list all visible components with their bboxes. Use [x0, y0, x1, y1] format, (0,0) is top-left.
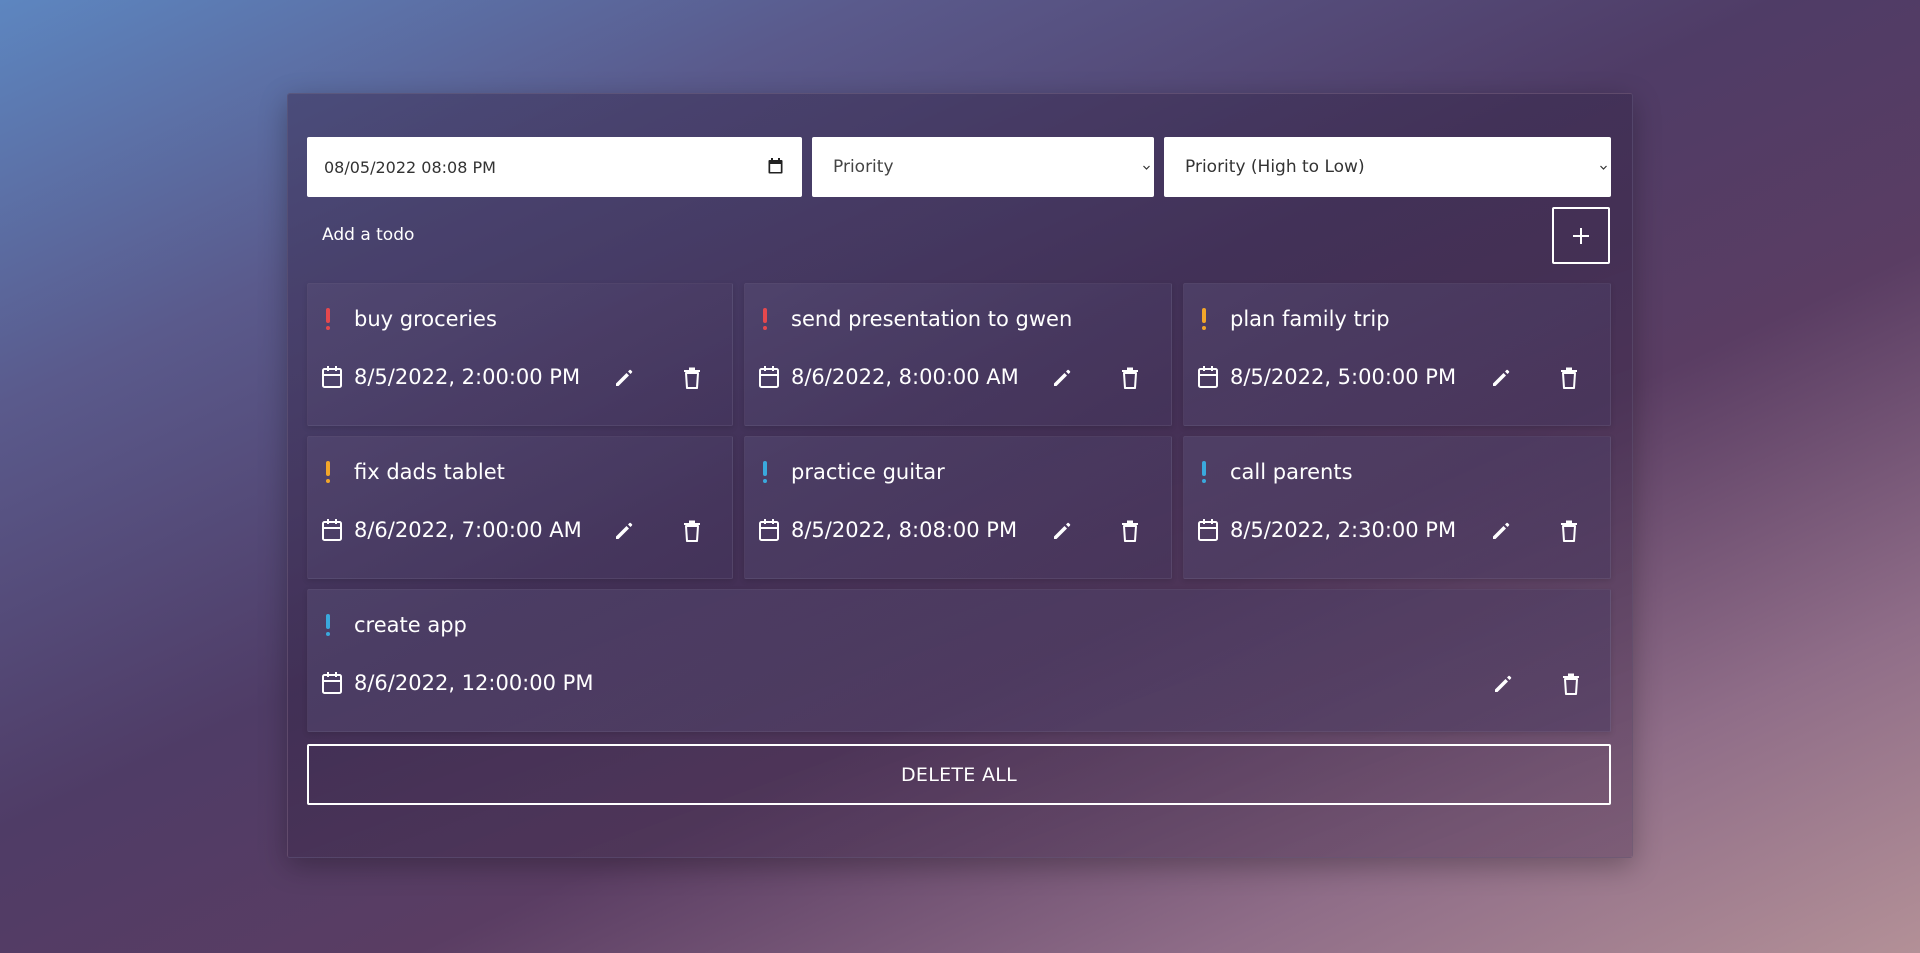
todo-title: plan family trip [1230, 307, 1390, 331]
edit-pencil-icon[interactable] [613, 367, 635, 389]
calendar-icon [1198, 519, 1218, 541]
todo-title: create app [354, 613, 467, 637]
calendar-icon [322, 672, 342, 694]
todo-date: 8/5/2022, 2:00:00 PM [354, 365, 581, 389]
delete-all-button[interactable]: DELETE ALL [307, 744, 1611, 805]
priority-select-value: Priority [833, 157, 894, 177]
edit-pencil-icon[interactable] [613, 520, 635, 542]
todo-title: buy groceries [354, 307, 497, 331]
todo-date: 8/5/2022, 2:30:00 PM [1230, 518, 1457, 542]
todo-date: 8/6/2022, 7:00:00 AM [354, 518, 582, 542]
todo-item: send presentation to gwen 8/6/2022, 8:00:… [744, 283, 1172, 426]
todo-title: practice guitar [791, 460, 945, 484]
priority-high-icon [763, 308, 767, 330]
priority-medium-icon [326, 461, 330, 483]
todo-item: practice guitar 8/5/2022, 8:08:00 PM [744, 436, 1172, 579]
todo-title: send presentation to gwen [791, 307, 1073, 331]
add-todo-label: Add a todo [322, 225, 415, 245]
priority-low-icon [763, 461, 767, 483]
sort-select-value: Priority (High to Low) [1185, 157, 1365, 177]
edit-pencil-icon[interactable] [1051, 367, 1073, 389]
datetime-value: 08/05/2022 08:08 PM [324, 157, 496, 177]
priority-select[interactable]: Priority [812, 137, 1154, 197]
priority-high-icon [326, 308, 330, 330]
priority-low-icon [326, 614, 330, 636]
todo-date: 8/6/2022, 12:00:00 PM [354, 671, 594, 695]
todo-title: call parents [1230, 460, 1353, 484]
calendar-picker-icon[interactable] [768, 158, 783, 174]
todo-item: call parents 8/5/2022, 2:30:00 PM [1183, 436, 1611, 579]
todo-date: 8/6/2022, 8:00:00 AM [791, 365, 1019, 389]
todo-date: 8/5/2022, 5:00:00 PM [1230, 365, 1457, 389]
calendar-icon [1198, 366, 1218, 388]
calendar-icon [322, 366, 342, 388]
todo-item: buy groceries 8/5/2022, 2:00:00 PM [307, 283, 733, 426]
todo-item: fix dads tablet 8/6/2022, 7:00:00 AM [307, 436, 733, 579]
todo-date: 8/5/2022, 8:08:00 PM [791, 518, 1018, 542]
calendar-icon [759, 519, 779, 541]
edit-pencil-icon[interactable] [1051, 520, 1073, 542]
todo-title: fix dads tablet [354, 460, 505, 484]
plus-icon [1573, 227, 1589, 244]
edit-pencil-icon[interactable] [1492, 673, 1514, 695]
delete-trash-icon[interactable] [1119, 519, 1141, 543]
delete-trash-icon[interactable] [1558, 366, 1580, 390]
todo-item: create app 8/6/2022, 12:00:00 PM [307, 589, 1611, 732]
chevron-down-icon [1143, 165, 1150, 170]
delete-all-label: DELETE ALL [900, 763, 1018, 786]
edit-pencil-icon[interactable] [1490, 367, 1512, 389]
chevron-down-icon [1600, 165, 1607, 170]
sort-select[interactable]: Priority (High to Low) [1164, 137, 1611, 197]
add-todo-input[interactable]: Add a todo [322, 225, 414, 245]
calendar-icon [322, 519, 342, 541]
delete-trash-icon[interactable] [1558, 519, 1580, 543]
priority-low-icon [1202, 461, 1206, 483]
add-todo-button[interactable] [1552, 207, 1610, 264]
delete-trash-icon[interactable] [681, 519, 703, 543]
todo-item: plan family trip 8/5/2022, 5:00:00 PM [1183, 283, 1611, 426]
priority-medium-icon [1202, 308, 1206, 330]
delete-trash-icon[interactable] [1119, 366, 1141, 390]
edit-pencil-icon[interactable] [1490, 520, 1512, 542]
delete-trash-icon[interactable] [1560, 672, 1582, 696]
todo-card: 08/05/2022 08:08 PM Priority Priority (H… [287, 93, 1633, 858]
datetime-input[interactable]: 08/05/2022 08:08 PM [307, 137, 802, 197]
calendar-icon [759, 366, 779, 388]
delete-trash-icon[interactable] [681, 366, 703, 390]
